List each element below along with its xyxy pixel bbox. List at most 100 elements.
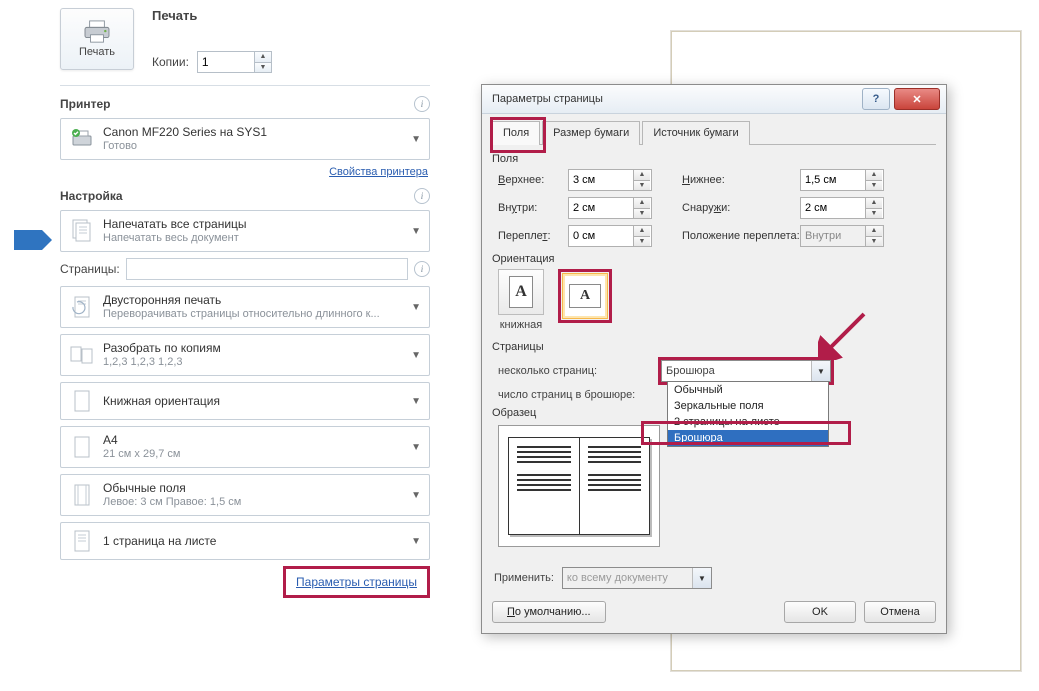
print-heading: Печать — [152, 8, 430, 23]
margins-group: Поля — [492, 153, 936, 165]
setting-line2: 21 см x 29,7 см — [103, 447, 411, 461]
setting-icon — [69, 389, 95, 413]
outside-label: Снаружи: — [682, 202, 800, 214]
chevron-down-icon: ▼ — [811, 361, 830, 381]
orientation-highlight: A — [558, 269, 612, 323]
multi-pages-value: Брошюра — [666, 365, 715, 377]
copies-stepper[interactable]: ▲ ▼ — [197, 51, 272, 73]
sheets-label: число страниц в брошюре: — [498, 389, 648, 401]
printer-combo[interactable]: Canon MF220 Series на SYS1 Готово ▼ — [60, 118, 430, 160]
multi-option[interactable]: Брошюра — [668, 430, 828, 446]
settings-combo-5[interactable]: Обычные поляЛевое: 3 см Правое: 1,5 см▼ — [60, 474, 430, 516]
settings-combo-2[interactable]: Разобрать по копиям1,2,3 1,2,3 1,2,3▼ — [60, 334, 430, 376]
setting-line2: Левое: 3 см Правое: 1,5 см — [103, 495, 411, 509]
printer-status: Готово — [103, 139, 411, 153]
setting-icon — [69, 483, 95, 507]
pages-label: Страницы: — [60, 262, 120, 276]
chevron-down-icon: ▼ — [411, 134, 421, 145]
portrait-label: книжная — [500, 319, 543, 331]
top-field[interactable]: ▲▼ — [568, 169, 652, 191]
gutter-field[interactable]: ▲▼ — [568, 225, 652, 247]
page-setup-highlight: Параметры страницы — [283, 566, 430, 598]
tab-2[interactable]: Источник бумаги — [642, 121, 749, 145]
printer-status-icon — [69, 127, 95, 151]
gutter-pos-label: Положение переплета: — [682, 230, 800, 242]
print-backstage-panel: Печать Печать Копии: ▲ ▼ Принтер i — [60, 8, 430, 598]
copies-input[interactable] — [198, 52, 254, 72]
copies-up[interactable]: ▲ — [255, 52, 271, 63]
default-button[interactable]: По умолчанию... — [492, 601, 606, 623]
settings-combo-1[interactable]: Двусторонняя печатьПереворачивать страни… — [60, 286, 430, 328]
settings-combo-4[interactable]: A421 см x 29,7 см▼ — [60, 426, 430, 468]
info-icon[interactable]: i — [414, 96, 430, 112]
apply-dropdown[interactable]: ко всему документу ▼ — [562, 567, 712, 589]
setting-icon — [69, 294, 95, 320]
chevron-down-icon: ▼ — [411, 490, 421, 501]
tab-0[interactable]: Поля — [492, 121, 540, 145]
setting-icon — [69, 435, 95, 459]
ribbon-pointer — [14, 230, 42, 250]
setting-icon — [69, 344, 95, 366]
setting-line1: Разобрать по копиям — [103, 341, 411, 355]
multi-option[interactable]: Зеркальные поля — [668, 398, 828, 414]
outside-field[interactable]: ▲▼ — [800, 197, 884, 219]
setting-icon — [69, 218, 95, 244]
multi-pages-options[interactable]: ОбычныйЗеркальные поля2 страницы на лист… — [667, 381, 829, 447]
setting-line1: Двусторонняя печать — [103, 293, 411, 307]
settings-combo-3[interactable]: Книжная ориентация▼ — [60, 382, 430, 420]
gutter-label: Переплет: — [498, 230, 568, 242]
apply-label: Применить: — [494, 572, 554, 584]
gutter-pos-field: ▲▼ — [800, 225, 884, 247]
setting-line1: Книжная ориентация — [103, 394, 411, 408]
multi-option[interactable]: Обычный — [668, 382, 828, 398]
pages-input[interactable] — [126, 258, 408, 280]
setting-line1: Обычные поля — [103, 481, 411, 495]
orientation-portrait[interactable]: A книжная — [498, 269, 544, 331]
print-button-label: Печать — [79, 46, 115, 58]
apply-value: ко всему документу — [567, 572, 668, 584]
info-icon[interactable]: i — [414, 188, 430, 204]
multi-pages-dropdown[interactable]: Брошюра ▼ — [661, 360, 831, 382]
tab-1[interactable]: Размер бумаги — [542, 121, 640, 145]
settings-combo-6[interactable]: 1 страница на листе▼ — [60, 522, 430, 560]
dialog-title: Параметры страницы — [492, 93, 858, 105]
orientation-group: Ориентация — [492, 253, 936, 265]
close-button[interactable]: ✕ — [894, 88, 940, 110]
dialog-tabs: ПоляРазмер бумагиИсточник бумаги — [492, 120, 936, 145]
sample-preview — [498, 425, 660, 547]
chevron-down-icon: ▼ — [411, 396, 421, 407]
info-icon[interactable]: i — [414, 261, 430, 277]
multi-option[interactable]: 2 страницы на листе — [668, 414, 828, 430]
setting-line1: Напечатать все страницы — [103, 217, 411, 231]
setting-line2: 1,2,3 1,2,3 1,2,3 — [103, 355, 411, 369]
setting-icon — [69, 529, 95, 553]
bottom-field[interactable]: ▲▼ — [800, 169, 884, 191]
help-button[interactable]: ? — [862, 88, 890, 110]
chevron-down-icon: ▼ — [411, 226, 421, 237]
settings-combo-0[interactable]: Напечатать все страницыНапечатать весь д… — [60, 210, 430, 252]
print-button[interactable]: Печать — [60, 8, 134, 70]
chevron-down-icon: ▼ — [692, 568, 711, 588]
setting-line2: Переворачивать страницы относительно дли… — [103, 307, 411, 321]
page-setup-dialog: Параметры страницы ? ✕ ПоляРазмер бумаги… — [481, 84, 947, 634]
printer-properties-link[interactable]: Свойства принтера — [60, 166, 428, 178]
inside-field[interactable]: ▲▼ — [568, 197, 652, 219]
page-setup-link[interactable]: Параметры страницы — [296, 575, 417, 589]
printer-icon — [82, 20, 112, 44]
chevron-down-icon: ▼ — [411, 536, 421, 547]
chevron-down-icon: ▼ — [411, 302, 421, 313]
copies-label: Копии: — [152, 55, 189, 69]
cancel-button[interactable]: Отмена — [864, 601, 936, 623]
ok-button[interactable]: OK — [784, 601, 856, 623]
printer-name: Canon MF220 Series на SYS1 — [103, 125, 411, 139]
setting-line2: Напечатать весь документ — [103, 231, 411, 245]
dialog-titlebar[interactable]: Параметры страницы ? ✕ — [482, 85, 946, 114]
printer-heading: Принтер — [60, 97, 110, 111]
orientation-landscape[interactable]: A — [562, 273, 608, 319]
copies-down[interactable]: ▼ — [255, 63, 271, 73]
multi-pages-label: несколько страниц: — [498, 365, 648, 377]
chevron-down-icon: ▼ — [411, 350, 421, 361]
settings-heading: Настройка — [60, 189, 123, 203]
setting-line1: 1 страница на листе — [103, 534, 411, 548]
inside-label: Внутри: — [498, 202, 568, 214]
